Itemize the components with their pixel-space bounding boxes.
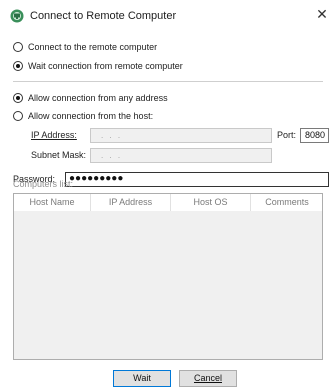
- port-field[interactable]: 8080: [300, 128, 329, 143]
- radio-wait-connection[interactable]: Wait connection from remote computer: [13, 61, 183, 71]
- cancel-button-label: Cancel: [193, 373, 222, 383]
- ip-address-label: IP Address:: [31, 130, 77, 140]
- radio-connect-remote[interactable]: Connect to the remote computer: [13, 42, 157, 52]
- wait-button[interactable]: Wait: [113, 370, 171, 387]
- computers-list-grid[interactable]: Host Name IP Address Host OS Comments: [13, 193, 323, 360]
- ip-address-field[interactable]: . . .: [90, 128, 272, 143]
- radio-wait-label: Wait connection from remote computer: [28, 61, 183, 71]
- password-masked-text: ●●●●●●●●●: [69, 173, 124, 184]
- radio-button-selected-icon[interactable]: [13, 61, 23, 71]
- remote-computer-app-icon: [10, 9, 24, 23]
- password-field[interactable]: ●●●●●●●●●: [65, 172, 329, 187]
- radio-allow-any[interactable]: Allow connection from any address: [13, 93, 168, 103]
- subnet-mask-field[interactable]: . . .: [90, 148, 272, 163]
- radio-connect-label: Connect to the remote computer: [28, 42, 158, 52]
- column-host-os[interactable]: Host OS: [171, 194, 251, 211]
- column-comments[interactable]: Comments: [251, 194, 323, 211]
- divider: [13, 81, 323, 82]
- grid-header: Host Name IP Address Host OS Comments: [14, 194, 322, 211]
- column-ip-address[interactable]: IP Address: [91, 194, 171, 211]
- window-title: Connect to Remote Computer: [30, 10, 177, 22]
- ip-address-label-text: IP Address:: [31, 130, 77, 140]
- radio-allow-any-label: Allow connection from any address: [28, 93, 168, 103]
- radio-button-selected-icon[interactable]: [13, 93, 23, 103]
- radio-button-icon[interactable]: [13, 111, 23, 121]
- subnet-mask-label: Subnet Mask:: [31, 150, 87, 160]
- radio-button-icon[interactable]: [13, 42, 23, 52]
- computers-list-label: Computers list:: [13, 179, 74, 189]
- radio-allow-host-label: Allow connection from the host:: [28, 111, 154, 121]
- column-host-name[interactable]: Host Name: [14, 194, 91, 211]
- cancel-button[interactable]: Cancel: [179, 370, 237, 387]
- port-label: Port:: [277, 130, 297, 140]
- radio-allow-host[interactable]: Allow connection from the host:: [13, 111, 153, 121]
- close-icon[interactable]: ✕: [313, 5, 331, 23]
